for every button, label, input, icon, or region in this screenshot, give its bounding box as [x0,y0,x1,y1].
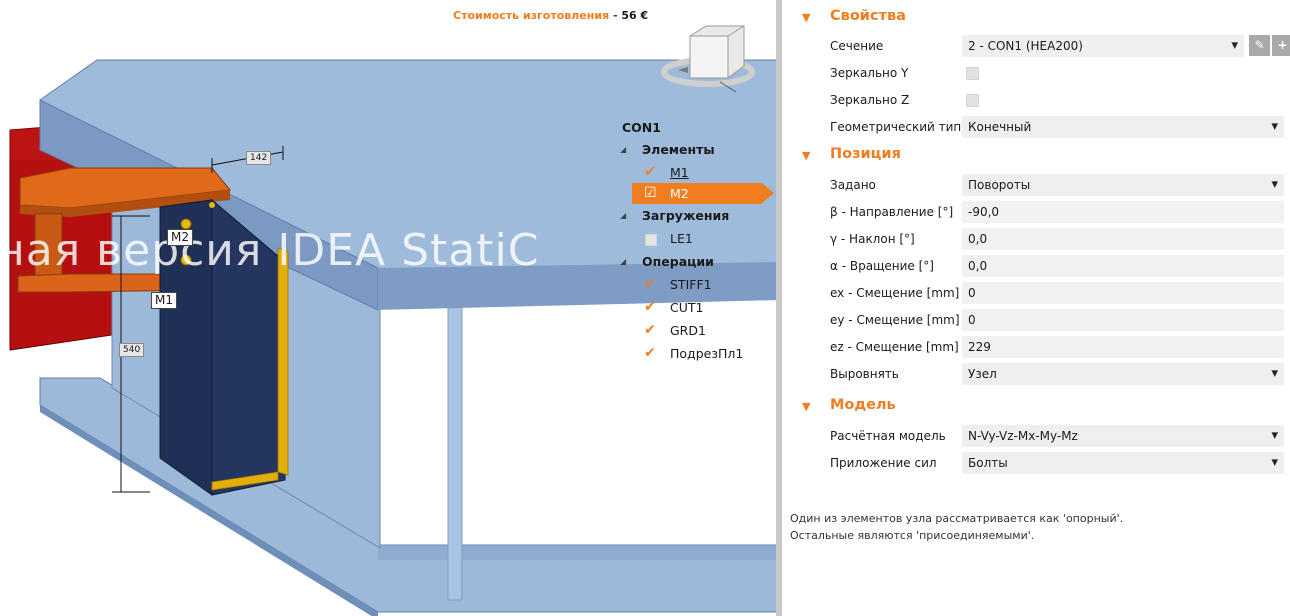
tree-group-label: Загружения [642,208,730,223]
tree-item-label: M1 [670,165,689,180]
alpha-rotation-input[interactable]: 0,0 [962,255,1284,277]
field-label: Геометрический тип [830,120,962,134]
weld-plate-right [277,247,289,476]
cost-separator: - [612,9,618,22]
gamma-pitch-input[interactable]: 0,0 [962,228,1284,250]
row-geometry-type: Геометрический тип Конечный [782,115,1290,140]
section-title: Позиция [830,146,901,162]
checkmark-icon[interactable]: ✔ [644,162,656,183]
tree-item-le1[interactable]: LE1 [620,228,760,249]
field-label: Расчётная модель [830,429,946,443]
expand-triangle-icon[interactable]: ◢ [620,252,630,272]
field-label: Выровнять [830,367,899,381]
row-mirror-z: Зеркально Z [782,88,1290,113]
field-label: ex - Смещение [mm] [830,286,960,300]
row-ey: ey - Смещение [mm] 0 [782,308,1290,333]
tree-item-label: M2 [670,186,689,201]
tree-item-label: CUT1 [670,300,704,315]
main-beam-bottom-flange-top [39,377,776,613]
dimension-label: 142 [246,151,272,165]
tree-item-label: ПодрезПл1 [670,346,744,361]
expand-triangle-icon[interactable]: ◢ [620,206,630,226]
tree-item-label: STIFF1 [670,277,712,292]
row-mirror-y: Зеркально Y [782,61,1290,86]
cost-indicator: Стоимость изготовления - 56 € [453,9,648,22]
section-select[interactable]: 2 - CON1 (HEA200) [962,35,1244,57]
row-ex: ex - Смещение [mm] 0 [782,281,1290,306]
tree-item-label: GRD1 [670,323,706,338]
cost-label: Стоимость изготовления [453,9,610,22]
field-label: β - Направление [°] [830,205,954,219]
section-title: Свойства [830,8,906,24]
calc-model-select[interactable]: N-Vy-Vz-Mx-My-Mz [962,425,1284,447]
cost-value: 56 € [621,9,649,22]
align-select[interactable]: Узел [962,363,1284,385]
row-align: Выровнять Узел [782,362,1290,387]
tree-item-label: LE1 [670,231,693,246]
field-label: Сечение [830,39,884,53]
dimension-label: 540 [119,343,145,357]
tree-root-label[interactable]: CON1 [622,120,661,135]
ey-offset-input[interactable]: 0 [962,309,1284,331]
field-label: γ - Наклон [°] [830,232,915,246]
mirror-y-checkbox[interactable] [966,67,979,80]
properties-panel: ▼ Свойства Сечение 2 - CON1 (HEA200) ✎ +… [782,0,1290,616]
3d-viewport[interactable]: Стоимость изготовления - 56 € ная версия… [0,0,776,616]
mirror-z-checkbox[interactable] [966,94,979,107]
checkmark-icon[interactable]: ✔ [644,274,656,295]
tree-item-cut1[interactable]: ✔ CUT1 [620,297,760,318]
row-force-application: Приложение сил Болты [782,451,1290,476]
member-label-m1[interactable]: M1 [151,292,177,309]
row-defined: Задано Повороты [782,173,1290,198]
row-beta: β - Направление [°] -90,0 [782,200,1290,225]
collapse-triangle-icon[interactable]: ▼ [802,11,810,24]
field-label: ez - Смещение [mm] [830,340,959,354]
beta-direction-input[interactable]: -90,0 [962,201,1284,223]
checkmark-icon[interactable]: ✔ [644,343,656,364]
section-title: Модель [830,397,896,413]
row-section: Сечение 2 - CON1 (HEA200) ✎ + [782,34,1290,59]
tree-item-m2[interactable]: ☑ M2 [632,183,774,204]
section-header-properties[interactable]: ▼ Свойства [782,7,1290,29]
tree-item-m1[interactable]: ✔ M1 [620,162,760,183]
row-alpha: α - Вращение [°] 0,0 [782,254,1290,279]
field-label: ey - Смещение [mm] [830,313,960,327]
pencil-icon[interactable]: ✎ [1249,35,1270,56]
section-header-position[interactable]: ▼ Позиция [782,145,1290,167]
defined-select[interactable]: Повороты [962,174,1284,196]
navigation-cube-icon[interactable] [660,22,770,102]
info-note-line: Один из элементов узла рассматривается к… [790,512,1124,525]
checkmark-icon[interactable]: ✔ [644,297,656,318]
field-label: α - Вращение [°] [830,259,934,273]
tree-group-label: Элементы [642,142,715,157]
tree-item-notch-plate[interactable]: ✔ ПодрезПл1 [620,343,760,364]
collapse-triangle-icon[interactable]: ▼ [802,400,810,413]
field-label: Зеркально Y [830,66,909,80]
field-label: Задано [830,178,876,192]
row-ez: ez - Смещение [mm] 229 [782,335,1290,360]
expand-triangle-icon[interactable]: ◢ [620,140,630,160]
ez-offset-input[interactable]: 229 [962,336,1284,358]
field-label: Приложение сил [830,456,937,470]
field-label: Зеркально Z [830,93,910,107]
plus-icon[interactable]: + [1272,35,1290,56]
ex-offset-input[interactable]: 0 [962,282,1284,304]
geometry-type-select[interactable]: Конечный [962,116,1284,138]
info-note-line: Остальные являются 'присоединяемыми'. [790,529,1035,542]
member-label-m2[interactable]: M2 [167,229,193,246]
row-gamma: γ - Наклон [°] 0,0 [782,227,1290,252]
checkbox-checked-icon[interactable]: ☑ [644,183,657,204]
checkmark-icon[interactable]: ✔ [644,320,656,341]
tree-item-grd1[interactable]: ✔ GRD1 [620,320,760,341]
tree-item-stiff1[interactable]: ✔ STIFF1 [620,274,760,295]
watermark-text: ная версия IDEA StatiC [0,225,540,276]
collapse-triangle-icon[interactable]: ▼ [802,149,810,162]
force-application-select[interactable]: Болты [962,452,1284,474]
tree-group-label: Операции [642,254,714,269]
section-header-model[interactable]: ▼ Модель [782,396,1290,418]
row-calc-model: Расчётная модель N-Vy-Vz-Mx-My-Mz [782,424,1290,449]
